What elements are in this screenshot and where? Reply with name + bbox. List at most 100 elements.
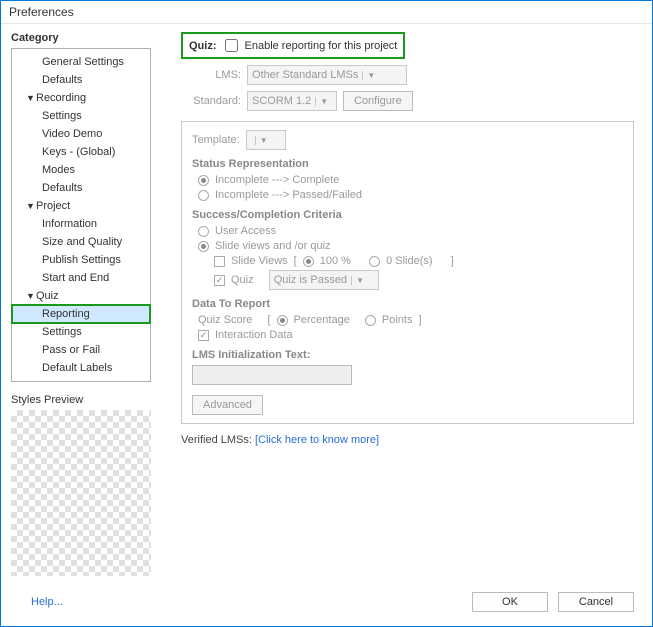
chevron-down-icon: ▼ bbox=[26, 201, 36, 211]
tree-item[interactable]: Defaults bbox=[12, 71, 150, 89]
ok-button[interactable]: OK bbox=[472, 592, 548, 612]
template-dropdown[interactable]: ▼ bbox=[246, 130, 286, 150]
tree-item[interactable]: Keys - (Global) bbox=[12, 143, 150, 161]
tree-item[interactable]: Information bbox=[12, 215, 150, 233]
tree-item-label: Information bbox=[42, 218, 97, 230]
radio-icon[interactable] bbox=[277, 315, 288, 326]
right-panel: Quiz: Enable reporting for this project … bbox=[151, 24, 652, 584]
checkbox-icon[interactable] bbox=[198, 330, 209, 341]
preferences-dialog: Preferences Category General Settings Def… bbox=[0, 0, 653, 627]
radio-icon[interactable] bbox=[198, 175, 209, 186]
styles-preview bbox=[11, 410, 151, 576]
tree-item-label: Start and End bbox=[42, 272, 109, 284]
help-link[interactable]: Help... bbox=[31, 596, 63, 608]
quiz-score-label: Quiz Score bbox=[198, 314, 252, 326]
radio-icon[interactable] bbox=[303, 256, 314, 267]
verified-lms-row: Verified LMSs: [Click here to know more] bbox=[181, 434, 634, 446]
radio-icon[interactable] bbox=[365, 315, 376, 326]
dialog-footer: Help... OK Cancel bbox=[1, 584, 652, 626]
slide-views-count: 0 Slide(s) bbox=[386, 255, 432, 267]
quiz-prefix: Quiz: bbox=[189, 40, 217, 52]
radio-icon[interactable] bbox=[369, 256, 380, 267]
chevron-down-icon: ▼ bbox=[26, 93, 36, 103]
quiz-passed-dropdown[interactable]: Quiz is Passed ▼ bbox=[269, 270, 379, 290]
standard-label: Standard: bbox=[181, 95, 241, 107]
tree-item-label: Defaults bbox=[42, 182, 82, 194]
tree-item[interactable]: Pass or Fail bbox=[12, 341, 150, 359]
tree-item-label: Keys - (Global) bbox=[42, 146, 115, 158]
tree-item[interactable]: ▼Project bbox=[12, 197, 150, 215]
advanced-button[interactable]: Advanced bbox=[192, 395, 263, 415]
verified-lms-link[interactable]: [Click here to know more] bbox=[255, 434, 379, 446]
enable-reporting-label: Enable reporting for this project bbox=[245, 40, 398, 52]
tree-item[interactable]: Reporting bbox=[12, 305, 150, 323]
lms-init-heading: LMS Initialization Text: bbox=[192, 349, 623, 361]
quiz-score-percentage: Percentage bbox=[294, 314, 350, 326]
tree-item-label: Publish Settings bbox=[42, 254, 121, 266]
lms-init-text-input[interactable] bbox=[192, 365, 352, 385]
chevron-down-icon: ▼ bbox=[255, 136, 268, 145]
tree-item[interactable]: Start and End bbox=[12, 269, 150, 287]
tree-item[interactable]: Settings bbox=[12, 107, 150, 125]
standard-dropdown[interactable]: SCORM 1.2 ▼ bbox=[247, 91, 337, 111]
tree-item[interactable]: Video Demo bbox=[12, 125, 150, 143]
success-user-access: User Access bbox=[215, 225, 276, 237]
category-heading: Category bbox=[11, 32, 151, 44]
chevron-down-icon: ▼ bbox=[351, 276, 364, 285]
slide-views-label: Slide Views bbox=[231, 255, 288, 267]
template-label: Template: bbox=[192, 134, 240, 146]
dialog-body: Category General SettingsDefaults▼Record… bbox=[1, 24, 652, 584]
radio-icon[interactable] bbox=[198, 226, 209, 237]
tree-item-label: Project bbox=[36, 200, 70, 212]
tree-item[interactable]: General Settings bbox=[12, 53, 150, 71]
tree-item-label: Video Demo bbox=[42, 128, 102, 140]
configure-button[interactable]: Configure bbox=[343, 91, 413, 111]
left-panel: Category General SettingsDefaults▼Record… bbox=[1, 24, 151, 584]
chevron-down-icon: ▼ bbox=[315, 97, 328, 106]
status-opt-passedfailed: Incomplete ---> Passed/Failed bbox=[215, 189, 362, 201]
tree-item[interactable]: Defaults bbox=[12, 179, 150, 197]
tree-item[interactable]: Settings bbox=[12, 323, 150, 341]
tree-item[interactable]: Default Labels bbox=[12, 359, 150, 377]
quiz-checkbox-label: Quiz bbox=[231, 274, 254, 286]
status-representation-heading: Status Representation bbox=[192, 158, 623, 170]
tree-item[interactable]: Modes bbox=[12, 161, 150, 179]
lms-label: LMS: bbox=[181, 69, 241, 81]
tree-item[interactable]: ▼Recording bbox=[12, 89, 150, 107]
tree-item-label: Settings bbox=[42, 110, 82, 122]
tree-item[interactable]: ▼Quiz bbox=[12, 287, 150, 305]
tree-item[interactable]: Size and Quality bbox=[12, 233, 150, 251]
tree-item[interactable]: Publish Settings bbox=[12, 251, 150, 269]
checkbox-icon[interactable] bbox=[214, 256, 225, 267]
tree-item-label: Pass or Fail bbox=[42, 344, 100, 356]
cancel-button[interactable]: Cancel bbox=[558, 592, 634, 612]
tree-item-label: Defaults bbox=[42, 74, 82, 86]
reporting-panel: Template: ▼ Status Representation Incomp… bbox=[181, 121, 634, 424]
tree-item-label: Quiz bbox=[36, 290, 59, 302]
tree-item-label: Reporting bbox=[42, 308, 90, 320]
status-opt-complete: Incomplete ---> Complete bbox=[215, 174, 339, 186]
styles-preview-label: Styles Preview bbox=[11, 394, 151, 406]
data-to-report-heading: Data To Report bbox=[192, 298, 623, 310]
tree-item-label: Size and Quality bbox=[42, 236, 122, 248]
enable-reporting-row: Quiz: Enable reporting for this project bbox=[181, 32, 405, 59]
chevron-down-icon: ▼ bbox=[362, 71, 375, 80]
tree-item-label: Default Labels bbox=[42, 362, 112, 374]
quiz-score-points: Points bbox=[382, 314, 413, 326]
tree-item-label: Settings bbox=[42, 326, 82, 338]
enable-reporting-checkbox[interactable] bbox=[225, 39, 238, 52]
interaction-data-label: Interaction Data bbox=[215, 329, 293, 341]
dialog-title: Preferences bbox=[1, 1, 652, 24]
tree-item-label: Modes bbox=[42, 164, 75, 176]
tree-item-label: General Settings bbox=[42, 56, 124, 68]
chevron-down-icon: ▼ bbox=[26, 291, 36, 301]
slide-views-pct: 100 % bbox=[320, 255, 351, 267]
tree-item-label: Recording bbox=[36, 92, 86, 104]
lms-dropdown[interactable]: Other Standard LMSs ▼ bbox=[247, 65, 407, 85]
success-slide-quiz: Slide views and /or quiz bbox=[215, 240, 331, 252]
radio-icon[interactable] bbox=[198, 190, 209, 201]
checkbox-icon[interactable] bbox=[214, 275, 225, 286]
success-criteria-heading: Success/Completion Criteria bbox=[192, 209, 623, 221]
radio-icon[interactable] bbox=[198, 241, 209, 252]
category-tree: General SettingsDefaults▼RecordingSettin… bbox=[11, 48, 151, 382]
